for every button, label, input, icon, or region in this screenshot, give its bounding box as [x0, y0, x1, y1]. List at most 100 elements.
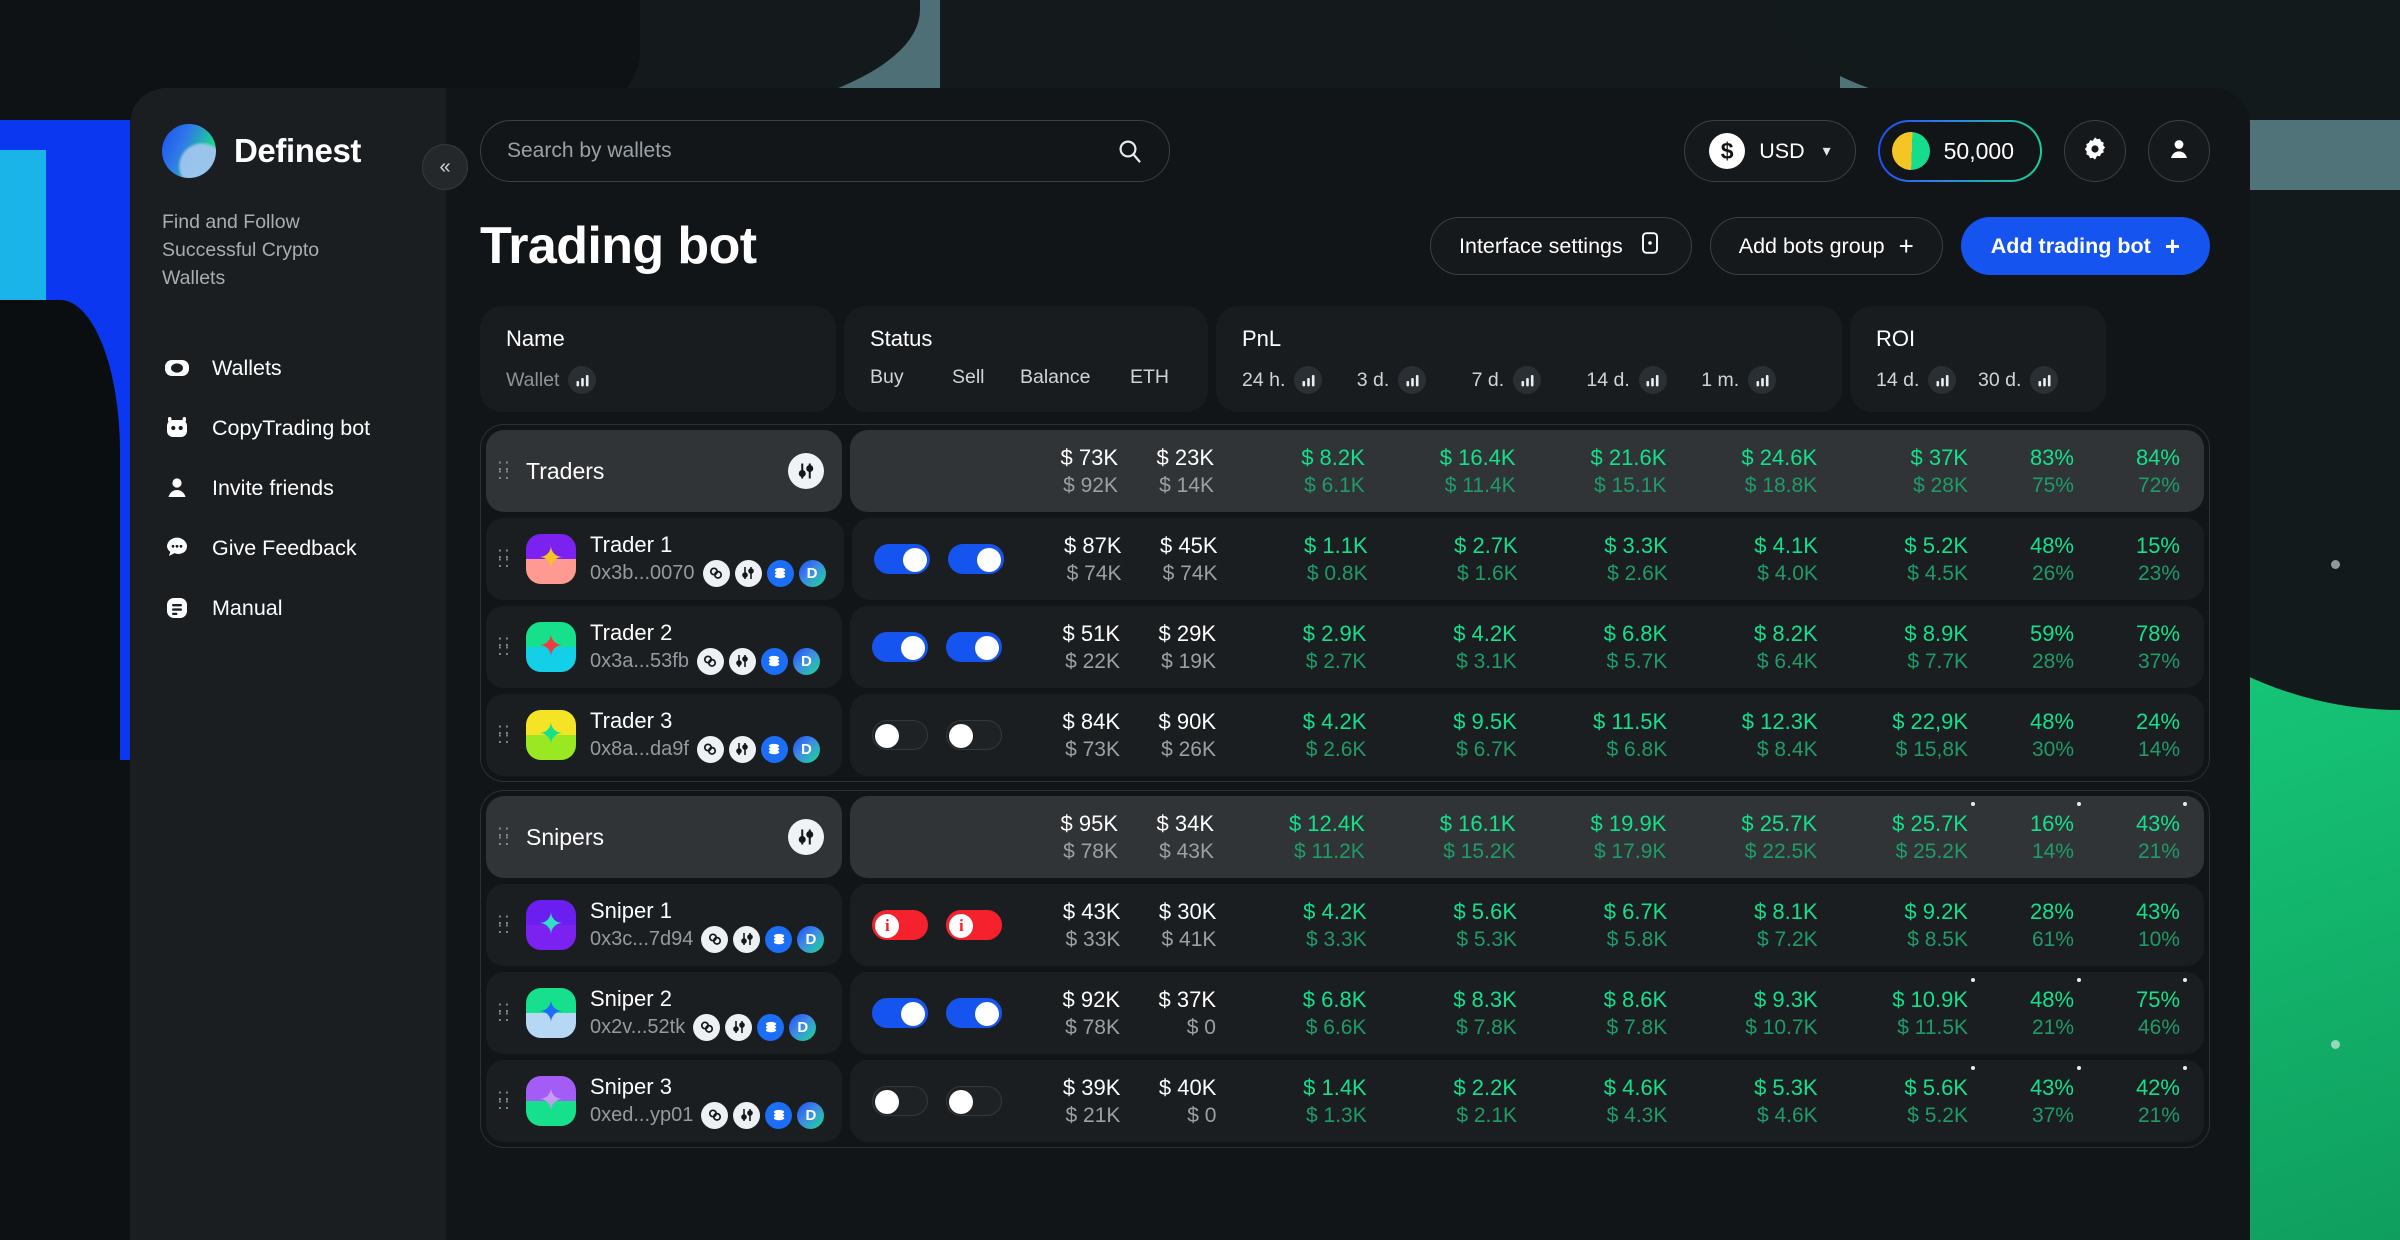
drag-handle[interactable]: ∷ ∷	[498, 634, 512, 660]
settings-button[interactable]	[2064, 120, 2126, 182]
bot-name-cell[interactable]: ∷ ∷ ✦ Sniper 2 0x2v...52tk D	[486, 972, 842, 1054]
chart-icon[interactable]	[2030, 366, 2059, 394]
wallet-address[interactable]: 0x3a...53fb	[590, 650, 689, 673]
bot-name-cell[interactable]: ∷ ∷ ✦ Sniper 1 0x3c...7d94 D	[486, 884, 843, 966]
balance-pill[interactable]: 50,000	[1877, 120, 2042, 182]
chart-icon[interactable]	[1398, 366, 1427, 394]
sidebar-item-invite-friends[interactable]: Invite friends	[130, 458, 446, 518]
profile-button[interactable]	[2148, 120, 2210, 182]
metric-value-current: 28%	[2029, 898, 2074, 924]
sliders-icon[interactable]	[733, 1101, 761, 1129]
sidebar-item-manual[interactable]: Manual	[130, 578, 446, 638]
chart-icon[interactable]	[1748, 366, 1777, 394]
drag-handle[interactable]: ∷ ∷	[498, 1088, 512, 1114]
sell-toggle[interactable]	[946, 632, 1002, 662]
coins-icon[interactable]	[765, 1101, 793, 1129]
sliders-icon[interactable]	[734, 559, 762, 587]
buy-toggle[interactable]	[872, 998, 928, 1028]
drag-handle[interactable]: ∷ ∷	[498, 546, 512, 572]
bot-name-cell[interactable]: ∷ ∷ ✦ Trader 3 0x8a...da9f D	[486, 694, 842, 776]
column-subheader-roi-30d[interactable]: 30 d.	[1978, 366, 2080, 394]
bot-name-cell[interactable]: ∷ ∷ ✦ Sniper 3 0xed...yp01 D	[486, 1060, 843, 1142]
metric-value-previous: $ 26K	[1161, 737, 1216, 761]
chart-icon[interactable]	[1928, 366, 1957, 394]
drag-handle[interactable]: ∷ ∷	[498, 458, 512, 484]
drag-handle[interactable]: ∷ ∷	[498, 1000, 512, 1026]
drag-handle[interactable]: ∷ ∷	[498, 824, 512, 850]
wallet-address[interactable]: 0x2v...52tk	[590, 1016, 685, 1039]
buy-toggle[interactable]	[872, 632, 928, 662]
buy-toggle[interactable]: i	[872, 910, 929, 940]
column-subheader-wallet[interactable]: Wallet	[506, 366, 597, 394]
column-subheader-pnl-14d[interactable]: 14 d.	[1586, 366, 1701, 394]
dex-icon[interactable]: D	[792, 735, 820, 763]
column-subheader-pnl-3d[interactable]: 3 d.	[1357, 366, 1472, 394]
buy-toggle[interactable]	[872, 720, 928, 750]
brand[interactable]: Definest	[130, 124, 446, 178]
sell-toggle[interactable]	[947, 544, 1004, 574]
metric-cell: $ 25.7K $ 22.5K	[1666, 811, 1817, 864]
group-settings-icon[interactable]	[788, 819, 824, 855]
coins-icon[interactable]	[760, 647, 788, 675]
column-subheader-pnl-1m[interactable]: 1 m.	[1701, 366, 1816, 394]
sell-toggle[interactable]	[946, 998, 1002, 1028]
column-subheader-pnl-24h[interactable]: 24 h.	[1242, 366, 1357, 394]
currency-selector[interactable]: $ USD ▾	[1684, 120, 1856, 182]
chart-icon[interactable]	[1638, 366, 1667, 394]
sell-toggle[interactable]	[946, 1086, 1003, 1116]
link-icon[interactable]	[701, 1101, 729, 1129]
link-icon[interactable]	[702, 559, 730, 587]
chart-icon[interactable]	[1513, 366, 1542, 394]
wallet-address[interactable]: 0x8a...da9f	[590, 738, 689, 761]
bot-name-cell[interactable]: ∷ ∷ ✦ Trader 2 0x3a...53fb D	[486, 606, 842, 688]
drag-handle[interactable]: ∷ ∷	[498, 722, 512, 748]
search-bar[interactable]	[480, 120, 1170, 182]
metric-cell: $ 5.6K $ 5.2K	[1818, 1065, 1976, 1128]
sell-toggle[interactable]	[946, 720, 1002, 750]
dex-icon[interactable]: D	[792, 647, 820, 675]
interface-settings-button[interactable]: Interface settings	[1430, 217, 1692, 275]
sidebar-item-give-feedback[interactable]: Give Feedback	[130, 518, 446, 578]
bot-name-cell[interactable]: ∷ ∷ ✦ Trader 1 0x3b...0070 D	[486, 518, 844, 600]
sliders-icon[interactable]	[725, 1013, 753, 1041]
group-name-cell[interactable]: ∷ ∷ Traders	[486, 430, 842, 512]
metric-value-current: $ 34K	[1156, 810, 1215, 836]
add-bots-group-button[interactable]: Add bots group +	[1709, 217, 1943, 275]
chevron-down-icon: ▾	[1822, 143, 1831, 160]
dex-icon[interactable]: D	[797, 925, 825, 953]
chart-icon[interactable]	[568, 366, 597, 394]
chart-icon[interactable]	[1294, 366, 1323, 394]
drag-handle[interactable]: ∷ ∷	[498, 912, 512, 938]
link-icon[interactable]	[696, 735, 724, 763]
sliders-icon[interactable]	[733, 925, 761, 953]
group-settings-icon[interactable]	[788, 453, 824, 489]
sidebar-item-wallets[interactable]: Wallets	[130, 338, 446, 398]
toggle-knob	[875, 724, 899, 748]
metric-cell: $ 5.3K $ 4.6K	[1667, 1075, 1818, 1128]
link-icon[interactable]	[696, 647, 724, 675]
wallet-address[interactable]: 0xed...yp01	[590, 1104, 693, 1127]
add-trading-bot-button[interactable]: Add trading bot +	[1960, 217, 2210, 275]
dex-icon[interactable]: D	[789, 1013, 817, 1041]
group-name-cell[interactable]: ∷ ∷ Snipers	[486, 796, 842, 878]
wallet-address[interactable]: 0x3c...7d94	[590, 928, 693, 951]
search-icon[interactable]	[1117, 138, 1143, 164]
sliders-icon[interactable]	[728, 735, 756, 763]
sidebar-item-copytrading-bot[interactable]: CopyTrading bot	[130, 398, 446, 458]
dex-icon[interactable]: D	[797, 1101, 825, 1129]
column-subheader-pnl-7d[interactable]: 7 d.	[1472, 366, 1587, 394]
wallet-address[interactable]: 0x3b...0070	[590, 562, 695, 585]
search-input[interactable]	[507, 139, 1117, 163]
link-icon[interactable]	[701, 925, 729, 953]
dex-icon[interactable]: D	[798, 559, 826, 587]
coins-icon[interactable]	[757, 1013, 785, 1041]
link-icon[interactable]	[693, 1013, 721, 1041]
coins-icon[interactable]	[760, 735, 788, 763]
buy-toggle[interactable]	[873, 544, 930, 574]
sliders-icon[interactable]	[728, 647, 756, 675]
buy-toggle[interactable]	[872, 1086, 929, 1116]
coins-icon[interactable]	[765, 925, 793, 953]
sell-toggle[interactable]: i	[946, 910, 1003, 940]
coins-icon[interactable]	[766, 559, 794, 587]
column-subheader-roi-14d[interactable]: 14 d.	[1876, 366, 1978, 394]
